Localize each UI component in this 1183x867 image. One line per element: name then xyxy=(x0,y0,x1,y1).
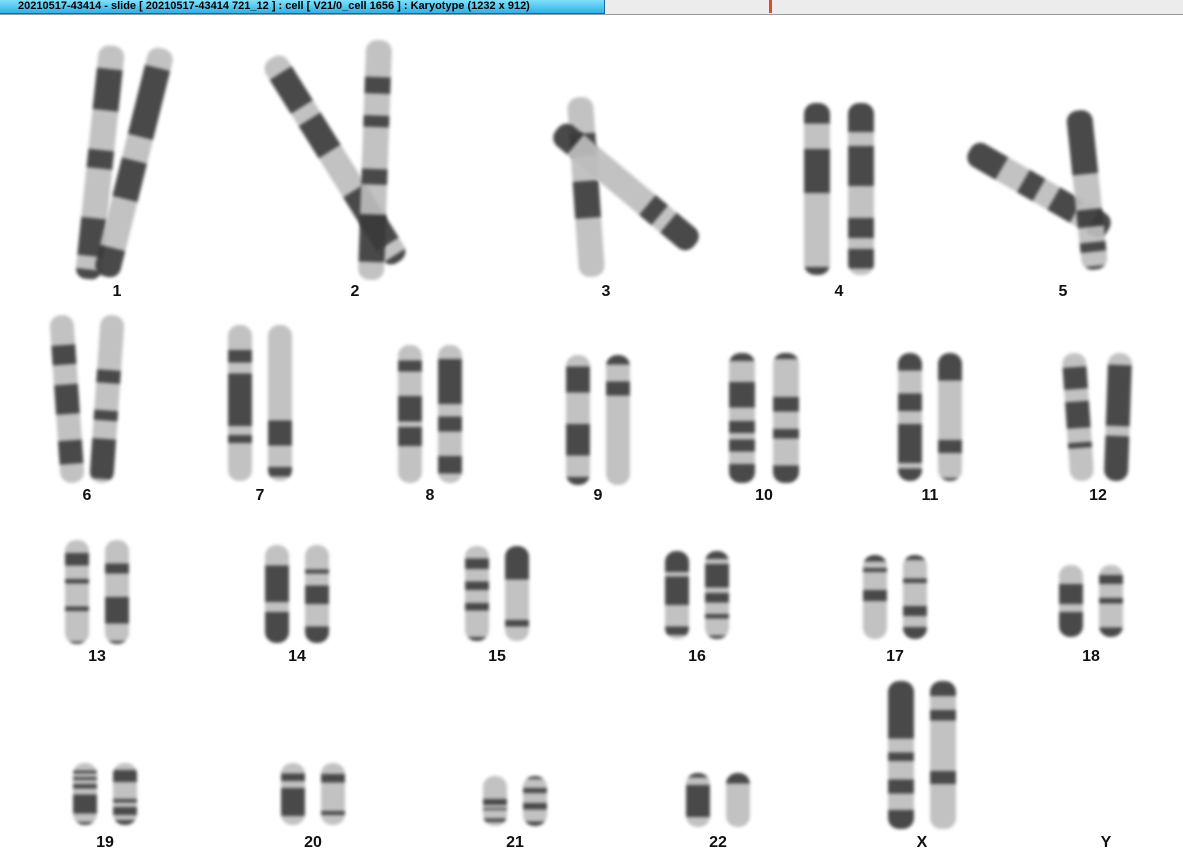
chromosome-21-right xyxy=(523,776,547,826)
chromosome-label-x: X xyxy=(916,834,928,851)
window-title: 20210517-43414 - slide [ 20210517-43414 … xyxy=(18,0,530,12)
chromosome-19-left xyxy=(73,763,97,825)
chromosome-pair-22: 22 xyxy=(658,15,778,867)
chromosome-19-right xyxy=(113,763,137,825)
chromosome-pair-x: X xyxy=(862,15,982,867)
chromosome-label-19: 19 xyxy=(96,834,114,851)
chromosome-pair-19: 19 xyxy=(45,15,165,867)
karyotype-canvas: 1 2 3 4 5 6 7 8 9 10 11 12 13 14 15 16 17 18 19 20 21 22 X Y xyxy=(0,15,1183,867)
title-bar: 20210517-43414 - slide [ 20210517-43414 … xyxy=(0,0,1183,15)
chromosome-22-left xyxy=(686,773,710,827)
chromosome-label-21: 21 xyxy=(506,834,524,851)
chromosome-8-left xyxy=(398,345,422,483)
chromosome-label-y: Y xyxy=(1100,834,1112,851)
chromosome-21-left xyxy=(483,776,507,826)
chromosome-x-right xyxy=(930,681,956,829)
title-marker xyxy=(769,0,772,13)
chromosome-label-20: 20 xyxy=(304,834,322,851)
chromosome-22-right xyxy=(726,773,750,827)
chromosome-pair-20: 20 xyxy=(253,15,373,867)
chromosome-label-22: 22 xyxy=(709,834,727,851)
chromosome-pair-y: Y xyxy=(1046,15,1166,867)
window-title-tab[interactable]: 20210517-43414 - slide [ 20210517-43414 … xyxy=(0,0,605,14)
chromosome-pair-21: 21 xyxy=(455,15,575,867)
chromosome-20-right xyxy=(321,763,345,825)
chromosome-20-left xyxy=(281,763,305,825)
chromosome-9-right xyxy=(606,355,630,485)
chromosome-x-left xyxy=(888,681,914,829)
